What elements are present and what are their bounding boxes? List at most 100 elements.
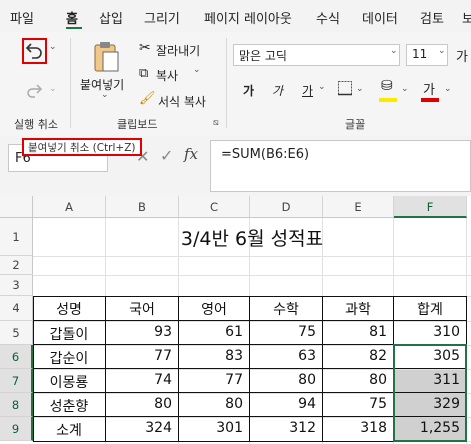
format-painter-button[interactable]: 서식 복사 [158,93,206,110]
table-cell[interactable]: 77 [106,348,178,364]
group-divider [226,38,227,128]
table-cell[interactable]: 이몽룡 [33,372,105,392]
select-all-corner[interactable] [0,196,33,218]
row-header-2[interactable]: 2 [0,256,33,275]
insert-function-icon[interactable]: fx [184,145,198,163]
table-cell[interactable]: 81 [323,324,393,340]
undo-icon [25,43,42,59]
redo-icon[interactable] [24,82,44,100]
menu-page-layout[interactable]: 페이지 레이아웃 [204,8,292,27]
column-header-b[interactable]: B [106,196,179,218]
clipboard-group-label: 클립보드 [117,118,158,131]
table-cell[interactable]: 301 [179,420,249,436]
table-cell[interactable]: 312 [250,420,322,436]
cut-icon: ✂ [139,40,151,56]
table-cell[interactable]: 75 [323,396,393,412]
copy-icon: ⧉ [139,66,149,81]
row-header-6[interactable]: 6 [0,345,33,369]
table-cell[interactable]: 63 [250,348,322,364]
table-cell[interactable]: 310 [394,324,466,340]
clipboard-launcher-icon[interactable]: ⧅ [213,118,219,128]
increase-font-size-icon[interactable]: 가 [456,46,468,65]
undo-group-label: 실행 취소 [14,118,58,131]
row-header-3[interactable]: 3 [0,275,33,296]
table-cell[interactable]: 77 [179,372,249,388]
header-korean: 국어 [129,302,155,318]
table-cell[interactable]: 83 [179,348,249,364]
header-math: 수학 [273,302,299,318]
copy-button[interactable]: 복사 [156,67,178,84]
menu-home[interactable]: 홈 [66,8,78,27]
table-cell[interactable]: 82 [323,348,393,364]
menu-data[interactable]: 데이터 [362,8,398,27]
menu-review[interactable]: 검토 [420,8,444,27]
header-total: 합계 [417,302,443,318]
header-name: 성명 [56,302,82,318]
borders-dropdown-icon[interactable]: ⌄ [356,84,364,94]
format-painter-icon: 🖌 [139,91,156,106]
table-cell[interactable]: 74 [106,372,178,388]
menu-file[interactable]: 파일 [10,8,34,27]
redo-dropdown-icon[interactable]: ⌄ [49,84,57,94]
worksheet-grid[interactable]: A B C D E F 1 2 3 4 5 6 7 8 9 3/4반 6월 성적… [0,196,471,444]
font-size-dropdown-icon[interactable]: ⌄ [438,46,446,56]
italic-button[interactable]: 가 [272,82,283,99]
row-header-7[interactable]: 7 [0,369,33,393]
table-cell[interactable]: 80 [106,396,178,412]
column-header-a[interactable]: A [33,196,106,218]
font-group-label: 글꼴 [345,118,366,131]
column-header-c[interactable]: C [179,196,250,218]
table-cell[interactable]: 75 [250,324,322,340]
table-cell[interactable]: 94 [250,396,322,412]
row-header-4[interactable]: 4 [0,296,33,321]
underline-dropdown-icon[interactable]: ⌄ [318,82,326,92]
column-header-f[interactable]: F [394,196,467,218]
font-color-swatch [421,98,439,102]
menu-formulas[interactable]: 수식 [316,8,340,27]
table-cell[interactable]: 61 [179,324,249,340]
bold-button[interactable]: 가 [243,82,254,99]
ribbon: ⌄ ⌄ 실행 취소 붙여넣기 ⌄ ✂ 잘라내기 ⧉ 복사 ⌄ 🖌 서식 복사 클… [0,32,471,137]
row-header-5[interactable]: 5 [0,321,33,345]
font-color-dropdown-icon[interactable]: ⌄ [444,84,452,94]
enter-icon[interactable]: ✓ [160,146,173,165]
table-cell[interactable]: 갑돌이 [33,324,105,344]
table-cell[interactable]: 소계 [33,420,105,440]
sheet-title: 3/4반 6월 성적표 [180,228,324,250]
menu-draw[interactable]: 그리기 [144,8,180,27]
group-divider [70,38,71,128]
table-cell[interactable]: 318 [323,420,393,436]
table-cell[interactable]: 80 [179,396,249,412]
table-cell[interactable]: 갑순이 [33,348,105,368]
font-color-button[interactable]: 가 [423,79,435,98]
row-header-9[interactable]: 9 [0,417,33,441]
column-header-d[interactable]: D [250,196,323,218]
font-name-dropdown-icon[interactable]: ⌄ [390,46,398,56]
borders-icon[interactable] [337,80,353,96]
table-cell[interactable]: 80 [323,372,393,388]
paste-icon[interactable] [92,40,120,74]
row-header-1[interactable]: 1 [0,218,33,256]
row-header-8[interactable]: 8 [0,393,33,417]
paste-dropdown-icon[interactable]: ⌄ [101,90,109,100]
underline-button[interactable]: 가 [302,82,313,99]
copy-dropdown-icon[interactable]: ⌄ [193,65,201,75]
cut-button[interactable]: 잘라내기 [156,42,200,59]
font-name-select[interactable]: 맑은 고딕 [233,44,400,66]
table-cell[interactable]: 324 [106,420,178,436]
table-cell[interactable]: 93 [106,324,178,340]
fill-color-icon[interactable]: ⛁ [381,78,393,94]
undo-dropdown-icon[interactable]: ⌄ [49,42,57,52]
fill-color-dropdown-icon[interactable]: ⌄ [401,84,409,94]
undo-button[interactable] [22,38,47,64]
table-cell[interactable]: 80 [250,372,322,388]
menu-view[interactable]: 보 [462,8,471,27]
menu-insert[interactable]: 삽입 [99,8,123,27]
fill-color-swatch [379,98,397,102]
formula-input[interactable]: =SUM(B6:E6) [210,140,471,192]
menu-bar: 파일 홈 삽입 그리기 페이지 레이아웃 수식 데이터 검토 보 [0,0,471,32]
column-header-e[interactable]: E [323,196,394,218]
table-cell[interactable]: 성춘향 [33,396,105,416]
selection-outline [393,344,467,442]
undo-tooltip: 붙여넣기 취소 (Ctrl+Z) [22,138,142,156]
